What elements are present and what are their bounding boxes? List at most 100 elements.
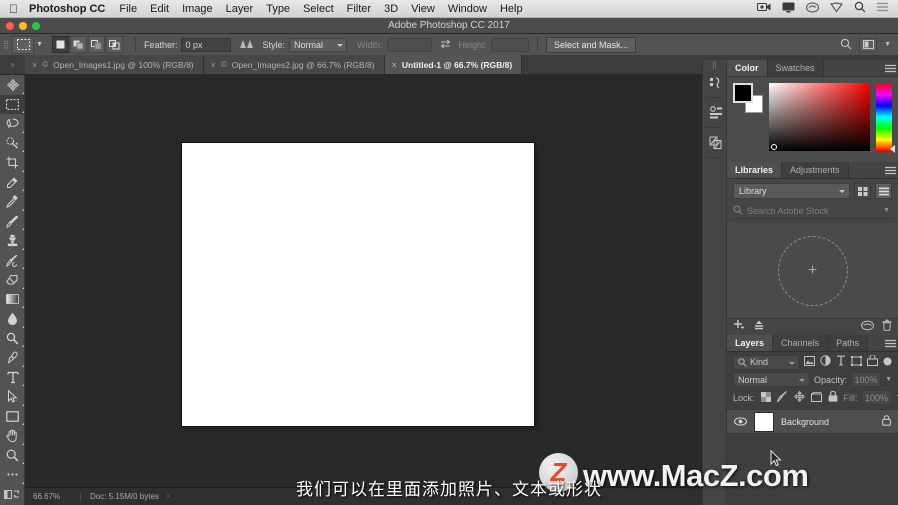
swap-dimensions-icon[interactable]: [440, 39, 451, 51]
crop-tool[interactable]: [0, 153, 25, 173]
eye-icon[interactable]: [734, 413, 747, 431]
control-center-icon[interactable]: [877, 2, 889, 15]
menu-help[interactable]: Help: [500, 3, 523, 15]
screen-record-icon[interactable]: [757, 2, 771, 15]
upload-icon[interactable]: [753, 318, 765, 336]
layer-name[interactable]: Background: [781, 417, 829, 427]
lock-position-icon[interactable]: [793, 390, 805, 404]
add-element-icon[interactable]: [733, 318, 745, 336]
status-zoom-level[interactable]: 66.67%: [25, 492, 80, 501]
opacity-value[interactable]: 100%: [851, 372, 882, 387]
library-select[interactable]: Library: [733, 183, 850, 199]
new-selection-button[interactable]: [51, 36, 69, 53]
rail-grip[interactable]: ⣿: [703, 60, 726, 69]
filter-pixel-icon[interactable]: [804, 353, 815, 371]
brush-presets-icon[interactable]: [703, 69, 728, 96]
color-field[interactable]: [769, 83, 870, 151]
clone-stamp-tool[interactable]: [0, 231, 25, 251]
display-icon[interactable]: [782, 2, 795, 16]
rectangle-tool[interactable]: [0, 407, 25, 427]
layer-kind-filter[interactable]: Kind: [733, 354, 799, 370]
options-bar-grip[interactable]: ⣿: [0, 34, 12, 55]
color-field-marker[interactable]: [771, 144, 777, 150]
panel-menu-icon[interactable]: [882, 162, 898, 178]
subtract-from-selection-button[interactable]: [87, 36, 105, 53]
tab-untitled-1[interactable]: × Untitled-1 @ 66.7% (RGB/8): [384, 55, 523, 74]
color-picker-body[interactable]: [727, 77, 898, 162]
lock-transparency-icon[interactable]: [760, 391, 771, 404]
edit-toolbar-button[interactable]: [0, 465, 25, 485]
zoom-button[interactable]: [32, 22, 40, 30]
path-selection-tool[interactable]: [0, 387, 25, 407]
document-canvas[interactable]: [182, 143, 534, 426]
layer-thumbnail[interactable]: [754, 411, 774, 432]
tab-bar-grip[interactable]: »: [0, 55, 25, 74]
blend-mode-select[interactable]: Normal: [733, 372, 811, 387]
select-and-mask-button[interactable]: Select and Mask...: [546, 36, 637, 53]
minimize-button[interactable]: [19, 22, 27, 30]
gradient-tool[interactable]: [0, 290, 25, 310]
menu-edit[interactable]: Edit: [150, 3, 169, 15]
menu-type[interactable]: Type: [266, 3, 290, 15]
add-to-selection-button[interactable]: [69, 36, 87, 53]
hue-slider-marker[interactable]: [890, 145, 895, 153]
quick-selection-tool[interactable]: [0, 134, 25, 154]
creative-cloud-icon[interactable]: [805, 1, 820, 16]
lock-artboard-icon[interactable]: [810, 391, 822, 404]
eraser-tool[interactable]: [0, 270, 25, 290]
menu-app-name[interactable]: Photoshop CC: [29, 3, 105, 15]
tab-open-images1[interactable]: × © Open_Images1.jpg @ 100% (RGB/8): [25, 55, 204, 74]
eyedropper-tool[interactable]: [0, 173, 25, 193]
width-input[interactable]: [386, 37, 432, 52]
intersect-selection-button[interactable]: [105, 36, 123, 53]
menu-filter[interactable]: Filter: [347, 3, 371, 15]
clone-source-icon[interactable]: [703, 129, 728, 156]
apple-menu-icon[interactable]: : [9, 3, 18, 15]
quick-mask-toggle[interactable]: [0, 485, 25, 505]
adobe-stock-search[interactable]: Search Adobe Stock ▼: [733, 203, 892, 219]
menu-file[interactable]: File: [119, 3, 137, 15]
filter-adjustment-icon[interactable]: [820, 353, 831, 371]
hue-slider[interactable]: [876, 83, 895, 153]
list-view-icon[interactable]: [875, 183, 892, 199]
filter-shape-icon[interactable]: [851, 353, 862, 371]
lock-icon[interactable]: [882, 413, 891, 431]
tab-color[interactable]: Color: [727, 60, 768, 76]
status-chevron-icon[interactable]: ›: [167, 493, 169, 500]
menu-3d[interactable]: 3D: [384, 3, 398, 15]
feather-input[interactable]: 0 px: [181, 37, 232, 52]
opacity-chevron-down-icon[interactable]: ▼: [885, 376, 892, 383]
tab-close-icon[interactable]: ×: [211, 60, 216, 70]
hand-tool[interactable]: [0, 426, 25, 446]
panel-menu-icon[interactable]: [882, 335, 898, 351]
search-icon[interactable]: [840, 38, 852, 52]
color-panel-swatches[interactable]: [733, 83, 763, 113]
delete-icon[interactable]: [882, 318, 892, 336]
tab-libraries[interactable]: Libraries: [727, 162, 783, 178]
color-foreground-swatch[interactable]: [733, 83, 753, 103]
table-row[interactable]: Background: [727, 409, 898, 434]
cloud-sync-icon[interactable]: [860, 318, 875, 336]
workspace-switcher-button[interactable]: [859, 37, 878, 52]
search-chevron-down-icon[interactable]: ▼: [883, 207, 890, 214]
horizontal-type-tool[interactable]: [0, 368, 25, 388]
fill-value[interactable]: 100%: [861, 390, 892, 405]
canvas-area[interactable]: [25, 75, 702, 487]
tab-adjustments[interactable]: Adjustments: [782, 162, 849, 178]
style-select[interactable]: Normal: [288, 37, 347, 52]
filter-toggle-icon[interactable]: [883, 353, 892, 371]
lock-all-icon[interactable]: [828, 390, 838, 404]
search-input[interactable]: Search Adobe Stock: [747, 206, 829, 216]
menu-select[interactable]: Select: [303, 3, 334, 15]
tab-open-images2[interactable]: × © Open_Images2.jpg @ 66.7% (RGB/8): [203, 55, 385, 74]
tab-channels[interactable]: Channels: [773, 335, 829, 351]
menu-view[interactable]: View: [411, 3, 435, 15]
add-plus-icon[interactable]: +: [777, 235, 848, 306]
rectangular-marquee-icon[interactable]: [12, 35, 34, 54]
tab-layers[interactable]: Layers: [727, 335, 774, 351]
tab-swatches[interactable]: Swatches: [767, 60, 824, 76]
panel-menu-icon[interactable]: [882, 60, 898, 76]
move-tool[interactable]: [0, 75, 25, 95]
filter-type-icon[interactable]: [836, 353, 846, 371]
tab-paths[interactable]: Paths: [828, 335, 869, 351]
